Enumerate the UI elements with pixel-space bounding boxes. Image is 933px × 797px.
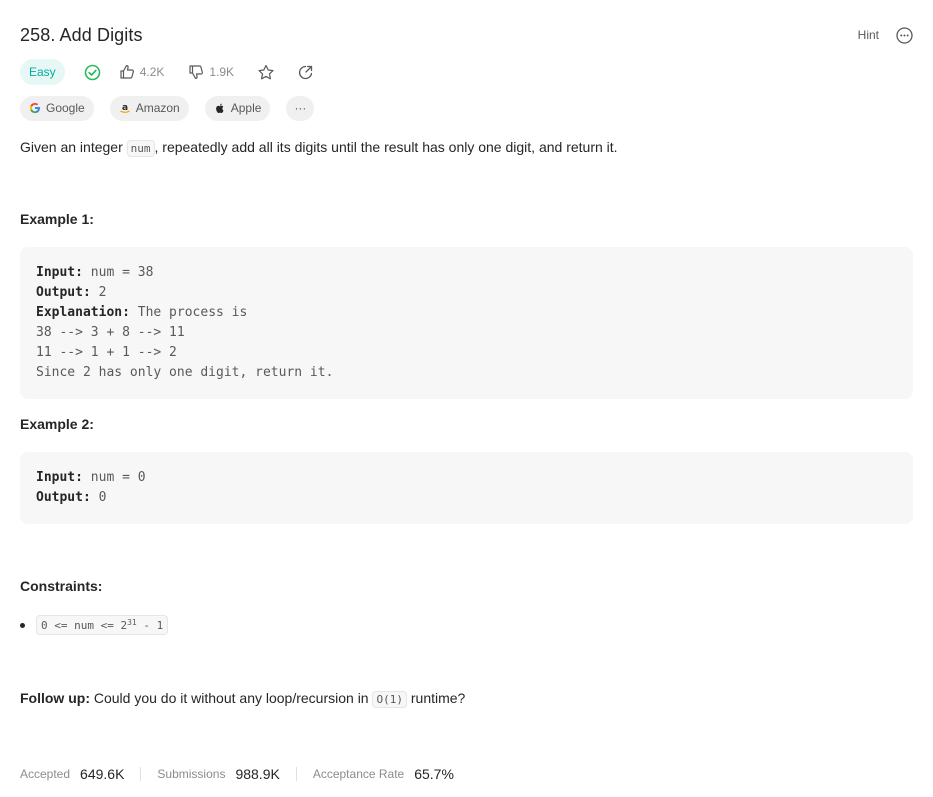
tag-google[interactable]: Google (20, 95, 94, 121)
tag-apple[interactable]: Apple (204, 95, 271, 121)
share-icon[interactable] (297, 64, 314, 81)
inline-code: O(1) (372, 691, 407, 708)
submissions-label: Submissions (157, 767, 226, 781)
example-2-heading: Example 2: (20, 416, 94, 432)
list-bullet (20, 622, 25, 628)
constraints-list: 0 <= num <= 231 - 1 (20, 615, 169, 635)
like-count: 4.2K (139, 65, 165, 79)
example-1-heading: Example 1: (20, 211, 94, 227)
acceptance-rate-value: 65.7% (414, 766, 454, 782)
more-tags-button[interactable]: ··· (286, 95, 315, 121)
dislike-count: 1.9K (209, 65, 235, 79)
header-actions: Hint (858, 26, 913, 44)
example-input: Input: num = 0 (36, 470, 146, 485)
solved-check-icon (84, 64, 101, 81)
star-icon[interactable] (257, 64, 275, 81)
apple-icon (214, 102, 226, 114)
follow-up-text: Could you do it without any loop/recursi… (89, 690, 373, 706)
accepted-label: Accepted (20, 767, 71, 781)
divider (295, 767, 297, 781)
constraint-item: 0 <= num <= 231 - 1 (36, 615, 169, 635)
example-explanation: Explanation: The process is (36, 305, 248, 320)
description-text: Given an integer (20, 139, 127, 155)
dislike-button[interactable]: 1.9K (188, 64, 234, 80)
follow-up-label: Follow up: (20, 690, 90, 706)
tag-label: Amazon (135, 101, 180, 115)
example-output: Output: 2 (36, 285, 107, 300)
constraints-heading: Constraints: (20, 578, 103, 594)
submissions-value: 988.9K (235, 766, 280, 782)
example-1-block: Input: num = 38 Output: 2 Explanation: T… (20, 247, 913, 399)
submission-stats: Accepted 649.6K Submissions 988.9K Accep… (20, 764, 454, 784)
tag-label: Google (46, 101, 85, 115)
tag-amazon[interactable]: a Amazon (109, 95, 189, 121)
follow-up-text: runtime? (406, 690, 466, 706)
accepted-value: 649.6K (80, 766, 125, 782)
amazon-icon: a (119, 102, 131, 114)
inline-code: num (126, 140, 155, 157)
problem-meta: Easy 4.2K 1.9K (20, 59, 314, 85)
thumbs-down-icon (188, 64, 204, 80)
tag-label: Apple (230, 101, 262, 115)
thumbs-up-icon (119, 64, 135, 80)
like-button[interactable]: 4.2K (119, 64, 165, 80)
acceptance-rate-label: Acceptance Rate (312, 767, 405, 781)
page-title: 258. Add Digits (20, 24, 143, 45)
problem-header: 258. Add Digits Hint (20, 22, 913, 48)
more-options-icon[interactable] (895, 26, 913, 44)
hint-button[interactable]: Hint (858, 28, 879, 42)
divider (140, 767, 142, 781)
example-output: Output: 0 (36, 490, 107, 505)
follow-up: Follow up: Could you do it without any l… (20, 688, 465, 710)
explanation-line: 38 --> 3 + 8 --> 11 (36, 325, 185, 340)
example-2-block: Input: num = 0 Output: 0 (20, 452, 913, 524)
example-input: Input: num = 38 (36, 265, 154, 280)
difficulty-badge: Easy (20, 59, 65, 85)
company-tags: Google a Amazon Apple ··· (20, 95, 315, 121)
problem-description: Given an integer num, repeatedly add all… (20, 137, 618, 159)
explanation-line: 11 --> 1 + 1 --> 2 (36, 345, 177, 360)
explanation-line: Since 2 has only one digit, return it. (36, 365, 334, 380)
description-text: , repeatedly add all its digits until th… (154, 139, 618, 155)
google-icon (29, 102, 41, 114)
